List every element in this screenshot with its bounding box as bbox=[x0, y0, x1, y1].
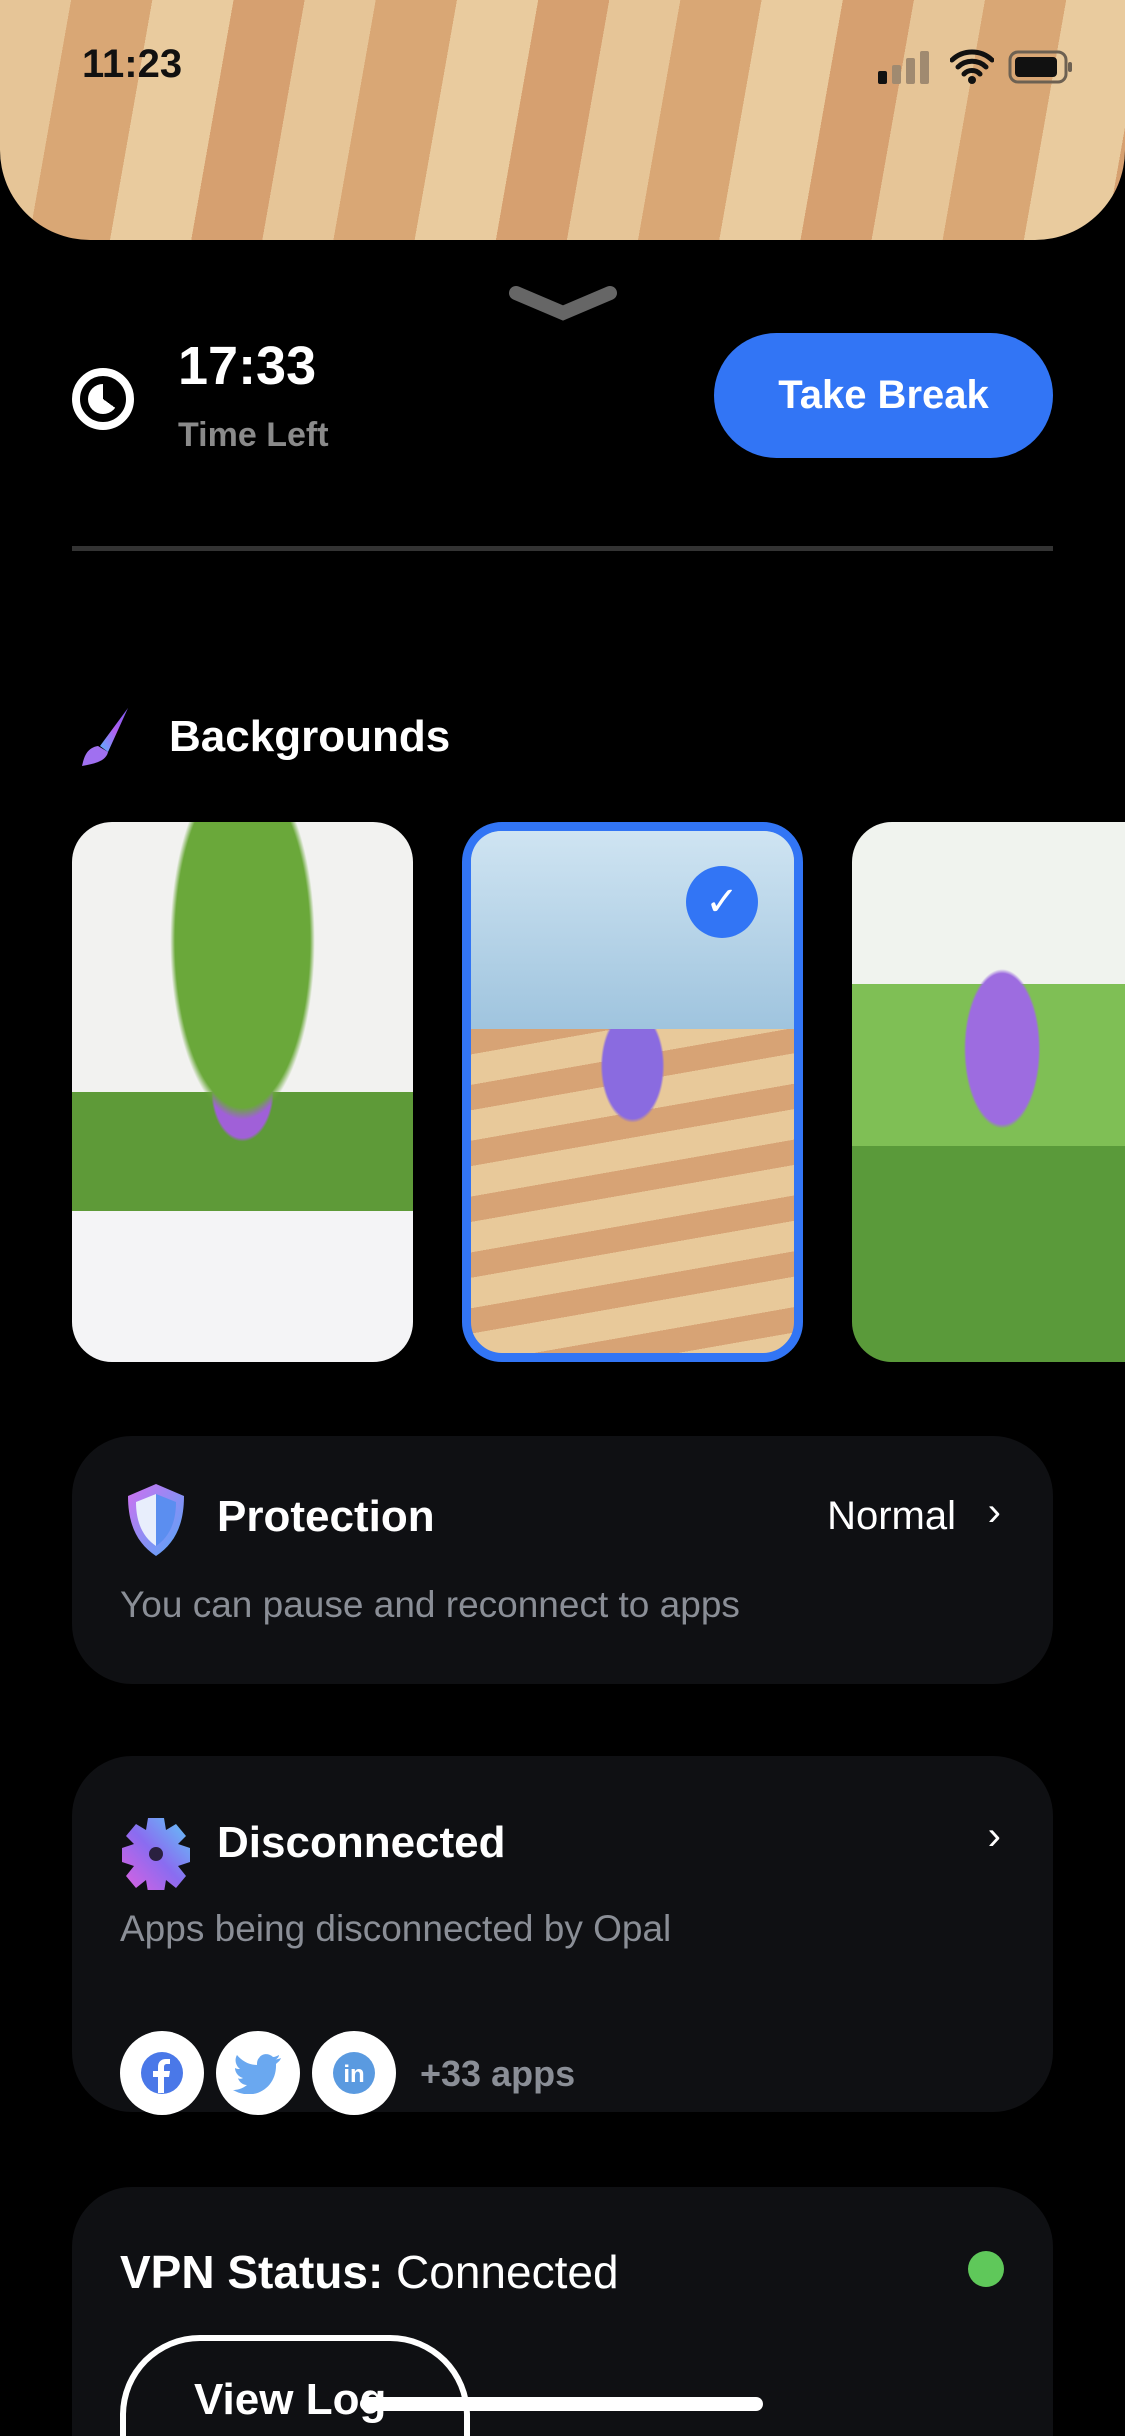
backgrounds-title: Backgrounds bbox=[169, 712, 451, 761]
more-apps-count: +33 apps bbox=[420, 2053, 576, 2094]
disconnected-title: Disconnected bbox=[217, 1818, 506, 1867]
view-log-button[interactable]: View Log bbox=[120, 2335, 470, 2436]
background-option-jungle[interactable] bbox=[852, 822, 1125, 1362]
time-left-label: Time Left bbox=[178, 416, 329, 454]
facebook-app-icon bbox=[120, 2031, 204, 2115]
shield-icon bbox=[128, 1484, 184, 1556]
svg-text:in: in bbox=[343, 2061, 364, 2088]
protection-subtitle: You can pause and reconnect to apps bbox=[120, 1584, 740, 1625]
background-option-forest[interactable] bbox=[72, 822, 413, 1362]
vpn-status-dot bbox=[968, 2251, 1004, 2287]
twitter-app-icon bbox=[216, 2031, 300, 2115]
background-option-beach-selected[interactable]: ✓ bbox=[462, 822, 803, 1362]
protection-title: Protection bbox=[217, 1492, 435, 1541]
checkmark-icon: ✓ bbox=[686, 866, 758, 938]
divider bbox=[72, 546, 1053, 551]
chevron-right-icon[interactable]: › bbox=[988, 1814, 1001, 1859]
wifi-icon bbox=[950, 49, 994, 84]
gear-icon bbox=[122, 1818, 190, 1890]
protection-card[interactable]: Protection Normal › You can pause and re… bbox=[72, 1436, 1053, 1684]
paintbrush-icon bbox=[82, 708, 128, 766]
timer-icon bbox=[72, 368, 134, 430]
signal-icon bbox=[878, 50, 938, 84]
vpn-status-label: VPN Status: bbox=[120, 2246, 384, 2298]
status-time: 11:23 bbox=[82, 42, 183, 86]
protection-level[interactable]: Normal bbox=[827, 1494, 956, 1539]
home-indicator[interactable] bbox=[360, 2397, 763, 2411]
time-remaining: 17:33 bbox=[178, 336, 317, 396]
disconnected-subtitle: Apps being disconnected by Opal bbox=[120, 1908, 672, 1949]
chevron-right-icon[interactable]: › bbox=[988, 1490, 1001, 1535]
collapse-chevron-icon[interactable] bbox=[508, 285, 618, 321]
take-break-button[interactable]: Take Break bbox=[714, 333, 1053, 458]
vpn-status-value: Connected bbox=[396, 2246, 619, 2298]
linkedin-app-icon: in bbox=[312, 2031, 396, 2115]
background-preview-banner bbox=[0, 0, 1125, 240]
battery-icon bbox=[1008, 50, 1072, 84]
vpn-status: VPN Status: Connected bbox=[120, 2245, 619, 2299]
